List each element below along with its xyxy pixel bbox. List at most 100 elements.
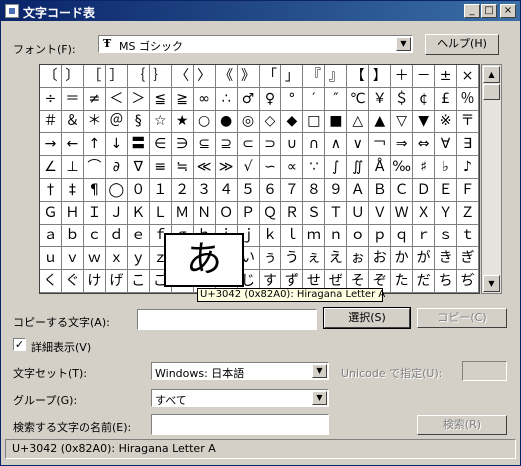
character-cell[interactable]: ¶ — [83, 178, 106, 202]
character-cell[interactable]: ∨ — [347, 133, 370, 157]
character-cell[interactable]: ∧ — [325, 133, 348, 157]
character-cell[interactable]: ３ — [193, 178, 216, 202]
character-cell[interactable]: き — [435, 247, 458, 271]
grid-scrollbar[interactable]: ▲ ▼ — [481, 64, 502, 294]
character-cell[interactable]: ⊂ — [237, 133, 260, 157]
character-cell[interactable]: ⊃ — [259, 133, 282, 157]
scroll-up-icon[interactable]: ▲ — [483, 66, 500, 83]
character-cell[interactable]: Ｒ — [281, 201, 304, 225]
character-cell[interactable]: ∪ — [281, 133, 304, 157]
character-cell[interactable]: ∀ — [435, 133, 458, 157]
character-cell[interactable]: ＊ — [83, 110, 106, 134]
character-cell[interactable]: ＃ — [40, 110, 62, 134]
character-cell[interactable]: ｄ — [105, 224, 128, 248]
character-cell[interactable]: ※ — [435, 110, 458, 134]
character-cell[interactable]: ぐ — [61, 270, 84, 293]
charset-combobox[interactable]: Windows: 日本語 ▼ — [151, 362, 329, 380]
character-cell[interactable]: ち — [435, 270, 458, 293]
character-cell[interactable]: Ｖ — [369, 201, 392, 225]
character-cell[interactable]: ∴ — [215, 87, 238, 111]
search-button[interactable]: 検索(R) — [417, 415, 507, 435]
close-button[interactable]: × — [500, 4, 516, 18]
character-cell[interactable]: ■ — [325, 110, 348, 134]
character-cell[interactable]: ５ — [237, 178, 260, 202]
character-cell[interactable]: ∽ — [259, 156, 282, 179]
character-cell[interactable]: ▼ — [413, 110, 436, 134]
character-cell[interactable]: お — [369, 247, 392, 271]
character-cell[interactable]: ♭ — [435, 156, 458, 179]
character-cell[interactable]: ∫ — [325, 156, 348, 179]
details-label[interactable]: 詳細表示(V) — [31, 339, 91, 355]
character-cell[interactable]: Ｘ — [413, 201, 436, 225]
character-cell[interactable]: ｏ — [347, 224, 370, 248]
character-cell[interactable]: ｔ — [457, 224, 479, 248]
help-button[interactable]: ヘルプ(H) — [425, 34, 499, 55]
character-cell[interactable]: ｛ — [127, 65, 150, 88]
character-cell[interactable]: ］ — [105, 65, 128, 88]
character-cell[interactable]: ♂ — [237, 87, 260, 111]
character-cell[interactable]: ｝ — [149, 65, 172, 88]
character-cell[interactable]: ▲ — [369, 110, 392, 134]
character-cell[interactable]: ぅ — [259, 247, 282, 271]
character-cell[interactable]: Ｉ — [83, 201, 106, 225]
title-bar[interactable]: 文字コード表 _ □ × — [1, 1, 520, 21]
character-cell[interactable]: け — [83, 270, 106, 293]
character-cell[interactable]: ≠ — [83, 87, 106, 111]
character-cell[interactable]: ≫ — [215, 156, 238, 179]
character-cell[interactable]: Ｗ — [391, 201, 414, 225]
character-cell[interactable]: ｖ — [61, 247, 84, 271]
character-cell[interactable]: Ｚ — [457, 201, 479, 225]
character-cell[interactable]: ≧ — [171, 87, 194, 111]
character-cell[interactable]: ° — [281, 87, 304, 111]
character-cell[interactable]: ″ — [325, 87, 348, 111]
character-cell[interactable]: ４ — [215, 178, 238, 202]
character-cell[interactable]: が — [413, 247, 436, 271]
character-cell[interactable]: → — [40, 133, 62, 157]
character-cell[interactable]: ↑ — [83, 133, 106, 157]
character-cell[interactable]: ● — [215, 110, 238, 134]
character-cell[interactable]: ⊇ — [215, 133, 238, 157]
character-cell[interactable]: ∠ — [40, 156, 62, 179]
character-cell[interactable]: ｓ — [435, 224, 458, 248]
group-combobox[interactable]: すべて ▼ — [151, 389, 329, 407]
character-cell[interactable]: 《 — [215, 65, 238, 88]
character-cell[interactable]: ＄ — [391, 87, 414, 111]
character-cell[interactable]: Ｋ — [127, 201, 150, 225]
character-cell[interactable]: ＞ — [127, 87, 150, 111]
character-cell[interactable]: Ｅ — [435, 178, 458, 202]
character-cell[interactable]: た — [391, 270, 414, 293]
font-combobox[interactable]: Ŧ MS ゴシック ▼ — [98, 35, 413, 53]
character-cell[interactable]: Ｌ — [149, 201, 172, 225]
character-cell[interactable]: ∈ — [149, 133, 172, 157]
character-cell[interactable]: ７ — [281, 178, 304, 202]
character-cell[interactable]: ⊆ — [193, 133, 216, 157]
character-cell[interactable]: ← — [61, 133, 84, 157]
character-cell[interactable]: ○ — [193, 110, 216, 134]
character-cell[interactable]: Ｃ — [391, 178, 414, 202]
select-button[interactable]: 選択(S) — [323, 307, 411, 329]
character-cell[interactable]: ＠ — [105, 110, 128, 134]
character-cell[interactable]: ÷ — [40, 87, 62, 111]
character-cell[interactable]: ｘ — [105, 247, 128, 271]
character-cell[interactable]: ｗ — [83, 247, 106, 271]
character-cell[interactable]: 〕 — [61, 65, 84, 88]
character-cell[interactable]: ‰ — [391, 156, 414, 179]
character-cell[interactable]: 〒 — [457, 110, 479, 134]
character-cell[interactable]: ◯ — [105, 178, 128, 202]
character-cell[interactable]: Ｇ — [40, 201, 62, 225]
character-cell[interactable]: ☆ — [149, 110, 172, 134]
character-cell[interactable]: ｂ — [61, 224, 84, 248]
character-cell[interactable]: ≒ — [171, 156, 194, 179]
character-cell[interactable]: ぇ — [303, 247, 326, 271]
character-cell[interactable]: え — [325, 247, 348, 271]
character-cell[interactable]: う — [281, 247, 304, 271]
character-cell[interactable]: ９ — [325, 178, 348, 202]
character-cell[interactable]: Ｓ — [303, 201, 326, 225]
character-cell[interactable]: げ — [105, 270, 128, 293]
character-cell[interactable]: 〓 — [127, 133, 150, 157]
character-cell[interactable]: ｒ — [413, 224, 436, 248]
character-cell[interactable]: ｌ — [281, 224, 304, 248]
character-cell[interactable]: 【 — [347, 65, 370, 88]
character-cell[interactable]: ¢ — [413, 87, 436, 111]
character-cell[interactable]: ｃ — [83, 224, 106, 248]
